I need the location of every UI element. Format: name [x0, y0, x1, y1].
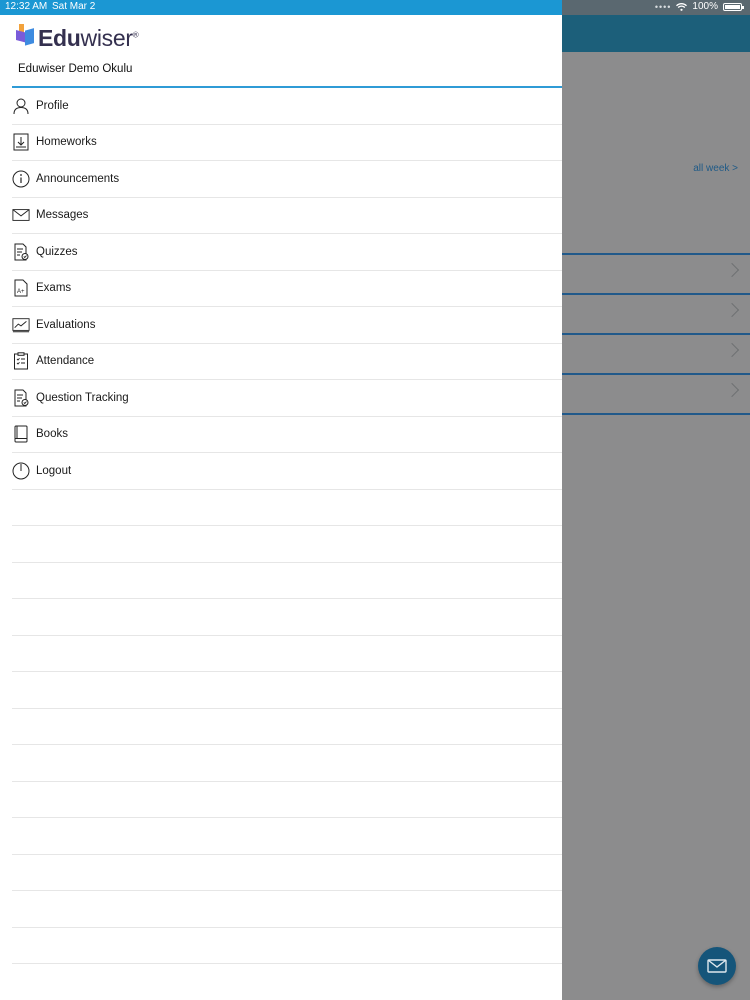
menu-label: Attendance	[36, 355, 95, 368]
list-row[interactable]	[562, 373, 750, 412]
empty-row	[12, 672, 562, 709]
power-icon	[12, 462, 30, 480]
menu-item-exams[interactable]: A+ Exams	[12, 271, 562, 307]
empty-row	[12, 636, 562, 672]
book-icon	[12, 425, 30, 443]
wifi-icon	[676, 2, 688, 11]
drawer-menu: Profile Homeworks Announcements Messages…	[12, 88, 562, 964]
eduwiser-logo: Eduwiser®	[16, 24, 139, 52]
menu-item-messages[interactable]: Messages	[12, 198, 562, 234]
question-document-icon	[12, 389, 30, 407]
envelope-icon	[707, 959, 727, 973]
menu-item-books[interactable]: Books	[12, 417, 562, 453]
battery-percent: 100%	[692, 1, 718, 12]
svg-text:A+: A+	[17, 289, 25, 295]
menu-item-attendance[interactable]: Attendance	[12, 344, 562, 380]
list-row[interactable]	[562, 293, 750, 332]
menu-item-homeworks[interactable]: Homeworks	[12, 125, 562, 161]
chart-line-icon	[12, 316, 30, 334]
empty-row	[12, 745, 562, 782]
clipboard-check-icon	[12, 352, 30, 370]
menu-item-profile[interactable]: Profile	[12, 88, 562, 125]
status-time: 12:32 AM	[5, 1, 48, 12]
menu-item-logout[interactable]: Logout	[12, 453, 562, 490]
menu-label: Question Tracking	[36, 391, 129, 404]
quiz-document-icon	[12, 243, 30, 261]
menu-label: Books	[36, 428, 68, 441]
chevron-right-icon	[724, 302, 740, 318]
empty-row	[12, 782, 562, 818]
menu-label: Evaluations	[36, 318, 96, 331]
info-icon	[12, 170, 30, 188]
school-name: Eduwiser Demo Okulu	[18, 63, 133, 75]
status-icons: •••• 100%	[654, 1, 744, 12]
empty-row	[12, 526, 562, 563]
menu-item-evaluations[interactable]: Evaluations	[12, 307, 562, 344]
empty-row	[12, 855, 562, 891]
empty-row	[12, 599, 562, 636]
envelope-icon	[12, 206, 30, 224]
status-bar: 12:32 AM Sat Mar 2 •••• 100%	[0, 0, 750, 15]
graded-document-icon: A+	[12, 279, 30, 297]
battery-icon	[723, 2, 744, 11]
chevron-right-icon	[724, 262, 740, 278]
list-divider	[562, 413, 750, 415]
logo-mark-icon	[16, 24, 34, 46]
list-row[interactable]	[562, 333, 750, 372]
empty-row	[12, 563, 562, 599]
menu-label: Quizzes	[36, 245, 78, 258]
menu-label: Exams	[36, 282, 72, 295]
main-header	[562, 15, 750, 52]
menu-item-quizzes[interactable]: Quizzes	[12, 234, 562, 271]
chevron-right-icon	[724, 382, 740, 398]
menu-label: Profile	[36, 99, 69, 112]
menu-label: Homeworks	[36, 136, 97, 149]
empty-row	[12, 928, 562, 964]
status-date: Sat Mar 2	[52, 1, 96, 12]
navigation-drawer: Eduwiser® Eduwiser Demo Okulu Profile Ho…	[0, 15, 562, 1000]
menu-label: Messages	[36, 209, 89, 222]
download-box-icon	[12, 133, 30, 151]
empty-row	[12, 891, 562, 928]
menu-label: Logout	[36, 464, 72, 477]
empty-row	[12, 490, 562, 526]
menu-item-question-tracking[interactable]: Question Tracking	[12, 380, 562, 417]
empty-row	[12, 818, 562, 855]
menu-item-announcements[interactable]: Announcements	[12, 161, 562, 198]
list-row[interactable]	[562, 253, 750, 292]
status-bar-right: •••• 100%	[562, 0, 750, 15]
logo-text: Eduwiser®	[38, 24, 139, 51]
status-bar-left: 12:32 AM Sat Mar 2	[0, 0, 562, 15]
empty-row	[12, 709, 562, 745]
compose-message-button[interactable]	[698, 947, 736, 985]
main-content-overlay[interactable]: all week >	[562, 0, 750, 1000]
person-icon	[12, 97, 30, 115]
all-week-link[interactable]: all week >	[693, 163, 738, 174]
chevron-right-icon	[724, 342, 740, 358]
signal-dots-icon: ••••	[654, 1, 672, 12]
menu-label: Announcements	[36, 172, 120, 185]
